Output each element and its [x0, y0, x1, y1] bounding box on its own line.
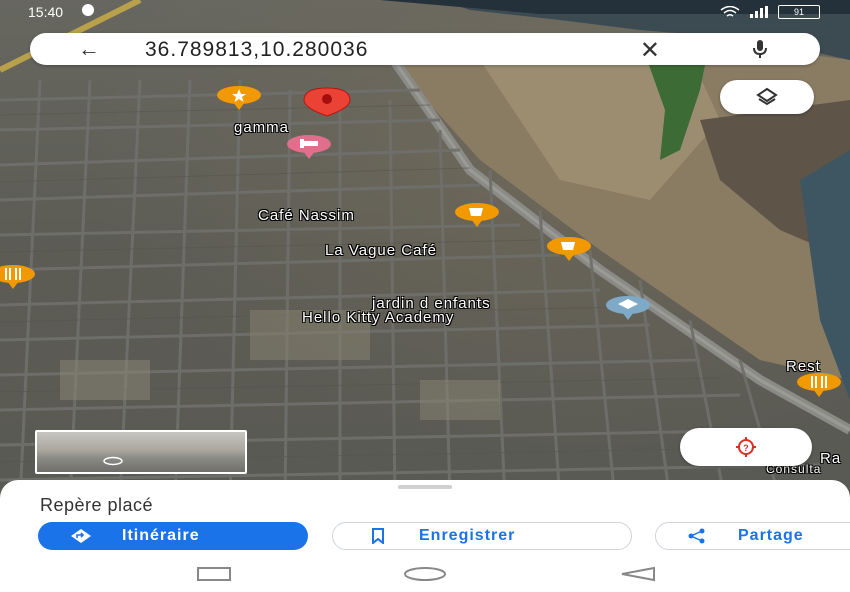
notification-icon: [82, 4, 94, 16]
status-bar: 15:40 91: [0, 0, 850, 28]
my-location-button[interactable]: ?: [680, 428, 812, 466]
home-icon[interactable]: [403, 566, 447, 582]
directions-button[interactable]: Itinéraire: [38, 522, 308, 550]
poi-label-ra[interactable]: Ra: [820, 450, 841, 467]
crosshair-icon: ?: [736, 437, 756, 457]
layers-icon: [756, 87, 778, 106]
status-time: 15:40: [28, 4, 64, 20]
close-icon[interactable]: ✕: [640, 36, 660, 65]
cafe-pin-icon[interactable]: [454, 202, 500, 228]
layers-button[interactable]: [720, 80, 814, 114]
hotel-pin-icon[interactable]: [286, 134, 332, 160]
directions-label: Itinéraire: [122, 527, 200, 544]
map-view[interactable]: gamma Café Nassim La Vague Café jardin d…: [0, 0, 850, 500]
wifi-icon: [720, 6, 740, 17]
save-button[interactable]: Enregistrer: [332, 522, 632, 550]
search-query[interactable]: 36.789813,10.280036: [145, 38, 368, 62]
restaurant-pin-icon[interactable]: [796, 372, 842, 398]
street-view-thumbnail[interactable]: [35, 430, 247, 474]
system-nav-bar: [0, 560, 850, 592]
poi-label-hello-kitty-academy[interactable]: Hello Kitty Academy: [302, 309, 454, 326]
sheet-title: Repère placé: [40, 495, 154, 515]
signal-icon: [750, 6, 768, 18]
cafe-pin-icon[interactable]: [546, 236, 592, 262]
bookmark-icon: [372, 528, 384, 544]
directions-icon: [71, 529, 91, 543]
360-icon: [103, 456, 123, 466]
red-pin-icon[interactable]: [296, 86, 358, 122]
arrow-left-icon[interactable]: ←: [78, 37, 100, 61]
school-pin-icon[interactable]: [605, 295, 651, 321]
save-label: Enregistrer: [419, 527, 516, 544]
restaurant-pin-icon[interactable]: [0, 264, 36, 290]
share-label: Partage: [738, 527, 804, 544]
battery-icon: 91: [778, 5, 820, 19]
recent-apps-icon[interactable]: [196, 566, 232, 582]
back-nav-icon[interactable]: [618, 566, 658, 582]
svg-text:?: ?: [743, 443, 749, 453]
status-icons: 91: [720, 5, 820, 19]
share-icon: [688, 528, 705, 544]
drag-handle[interactable]: [398, 485, 452, 489]
poi-label-cafe-nassim[interactable]: Café Nassim: [258, 207, 355, 224]
mic-icon[interactable]: [748, 37, 772, 61]
star-pin-icon[interactable]: [216, 85, 262, 111]
search-bar[interactable]: ← 36.789813,10.280036 ✕: [30, 33, 820, 65]
poi-label-la-vague-cafe[interactable]: La Vague Café: [325, 242, 437, 259]
share-button[interactable]: Partage: [655, 522, 850, 550]
poi-label-gamma[interactable]: gamma: [234, 119, 289, 136]
